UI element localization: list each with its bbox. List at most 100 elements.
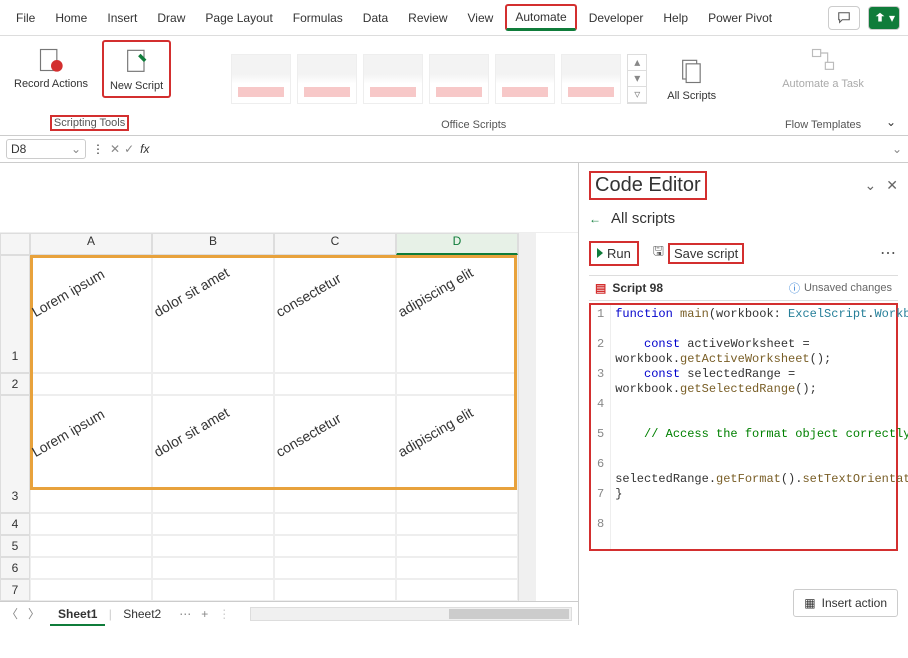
cell-B1[interactable]: dolor sit amet — [152, 255, 274, 373]
cell-text: adipiscing elit — [395, 386, 507, 460]
run-button[interactable]: Run — [589, 241, 639, 266]
expand-formula-bar[interactable]: ⌄ — [892, 142, 902, 156]
cell-D6[interactable] — [396, 557, 518, 579]
tab-review[interactable]: Review — [400, 7, 455, 29]
scripts-icon — [676, 56, 708, 88]
sheet-nav-next[interactable]: 〉 — [28, 605, 40, 622]
row-header-7[interactable]: 7 — [0, 579, 30, 601]
sheet-tab-sheet2[interactable]: Sheet2 — [115, 604, 169, 624]
sheet-tabs: 〈 〉 Sheet1 | Sheet2 ⋯ + ⋮ — [0, 601, 578, 625]
tab-draw[interactable]: Draw — [149, 7, 193, 29]
cell-A5[interactable] — [30, 535, 152, 557]
save-icon: 🖫 — [653, 242, 664, 264]
formula-bar: D8⌄ ⋮ ✕✓ fx ⌄ — [0, 136, 908, 163]
gallery-nav[interactable]: ▴▾▿ — [627, 54, 647, 104]
play-icon — [597, 248, 603, 258]
tab-automate[interactable]: Automate — [505, 4, 576, 31]
code-editor[interactable]: 12345678 function main(workbook: ExcelSc… — [589, 303, 898, 551]
cell-C3[interactable]: consectetur — [274, 395, 396, 513]
tab-insert[interactable]: Insert — [99, 7, 145, 29]
cell-B4[interactable] — [152, 513, 274, 535]
cell-B7[interactable] — [152, 579, 274, 601]
tab-home[interactable]: Home — [47, 7, 95, 29]
cell-C1[interactable]: consectetur — [274, 255, 396, 373]
cell-text: consectetur — [273, 386, 385, 460]
tab-file[interactable]: File — [8, 7, 43, 29]
sheet-tab-sheet1[interactable]: Sheet1 — [50, 604, 105, 626]
tab-data[interactable]: Data — [355, 7, 396, 29]
tab-power-pivot[interactable]: Power Pivot — [700, 7, 780, 29]
cell-D5[interactable] — [396, 535, 518, 557]
record-icon — [35, 44, 67, 76]
all-scripts-button[interactable]: All Scripts — [661, 52, 722, 106]
cell-A1[interactable]: Lorem ipsum — [30, 255, 152, 373]
script-name[interactable]: ▤ Script 98 — [595, 281, 663, 295]
cell-D1[interactable]: adipiscing elit — [396, 255, 518, 373]
pane-more-button[interactable]: ⋯ — [880, 243, 898, 263]
cell-text: consectetur — [273, 246, 385, 320]
cell-B5[interactable] — [152, 535, 274, 557]
scripting-tools-group: Record Actions New Script Scripting Tool… — [8, 40, 171, 133]
name-box[interactable]: D8⌄ — [6, 139, 86, 159]
sheet-area: ABCD 1Lorem ipsumdolor sit ametconsectet… — [0, 163, 578, 625]
pane-close-button[interactable]: ✕ — [886, 177, 898, 194]
share-button[interactable]: ▾ — [868, 6, 900, 30]
cell-text: dolor sit amet — [151, 246, 263, 320]
fx-icon[interactable]: fx — [140, 142, 149, 156]
save-script-button[interactable]: Save script — [668, 243, 744, 264]
formula-cancel-accept: ✕✓ — [110, 142, 134, 156]
tab-developer[interactable]: Developer — [581, 7, 652, 29]
cell-text: dolor sit amet — [151, 386, 263, 460]
cell-A7[interactable] — [30, 579, 152, 601]
new-script-button[interactable]: New Script — [102, 40, 171, 98]
cell-C4[interactable] — [274, 513, 396, 535]
cell-A4[interactable] — [30, 513, 152, 535]
collapse-ribbon-button[interactable]: ⌄ — [882, 111, 900, 133]
cell-B6[interactable] — [152, 557, 274, 579]
sheet-nav-prev[interactable]: 〈 — [6, 605, 18, 622]
flow-templates-label: Flow Templates — [785, 119, 861, 131]
tab-view[interactable]: View — [460, 7, 502, 29]
info-icon: ⓘ — [789, 280, 800, 296]
row-header-5[interactable]: 5 — [0, 535, 30, 557]
code-editor-pane: Code Editor ⌄ ✕ ← All scripts Run 🖫 Save… — [578, 163, 908, 625]
sheet-more[interactable]: ⋯ — [179, 607, 191, 621]
pane-collapse-button[interactable]: ⌄ — [865, 177, 877, 194]
row-header-3[interactable]: 3 — [0, 395, 30, 513]
tab-formulas[interactable]: Formulas — [285, 7, 351, 29]
automate-task-button: Automate a Task — [776, 40, 870, 94]
vertical-scrollbar[interactable] — [518, 233, 536, 601]
cell-B3[interactable]: dolor sit amet — [152, 395, 274, 513]
office-scripts-label: Office Scripts — [441, 119, 506, 131]
record-actions-button[interactable]: Record Actions — [8, 40, 94, 94]
accept-icon[interactable]: ✓ — [124, 142, 134, 156]
insert-action-button[interactable]: ▦ Insert action — [793, 589, 898, 617]
cell-D7[interactable] — [396, 579, 518, 601]
cell-text: Lorem ipsum — [29, 246, 141, 320]
new-script-icon — [121, 46, 153, 78]
cell-C7[interactable] — [274, 579, 396, 601]
flow-icon — [807, 44, 839, 76]
cell-D3[interactable]: adipiscing elit — [396, 395, 518, 513]
tab-help[interactable]: Help — [655, 7, 696, 29]
row-header-6[interactable]: 6 — [0, 557, 30, 579]
row-header-1[interactable]: 1 — [0, 255, 30, 373]
cell-D4[interactable] — [396, 513, 518, 535]
cell-A3[interactable]: Lorem ipsum — [30, 395, 152, 513]
unsaved-indicator: ⓘ Unsaved changes — [789, 280, 892, 296]
save-script-button-wrap: 🖫 Save script — [647, 239, 750, 267]
cancel-icon[interactable]: ✕ — [110, 142, 120, 156]
comments-button[interactable] — [828, 6, 860, 30]
all-scripts-link[interactable]: ← All scripts — [589, 210, 898, 227]
pane-title: Code Editor — [589, 171, 707, 200]
row-header-4[interactable]: 4 — [0, 513, 30, 535]
select-all-corner[interactable] — [0, 233, 30, 255]
sheet-add[interactable]: + — [201, 607, 208, 621]
tab-page-layout[interactable]: Page Layout — [197, 7, 280, 29]
cell-A6[interactable] — [30, 557, 152, 579]
script-gallery[interactable]: ▴▾▿ — [225, 48, 653, 110]
cell-C5[interactable] — [274, 535, 396, 557]
horizontal-scrollbar[interactable] — [250, 607, 572, 621]
cell-C6[interactable] — [274, 557, 396, 579]
row-header-2[interactable]: 2 — [0, 373, 30, 395]
